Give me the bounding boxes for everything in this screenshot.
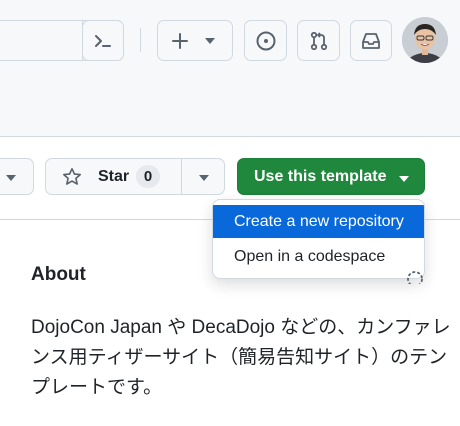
menu-item-label: Open in a codespace (234, 248, 386, 265)
chevron-down-icon (205, 38, 215, 44)
star-label: Star (98, 168, 130, 185)
chevron-down-icon (6, 175, 16, 181)
command-palette-icon (95, 34, 111, 47)
pull-requests-icon (310, 31, 327, 50)
command-palette-button[interactable] (82, 20, 124, 61)
chevron-down-icon (399, 176, 409, 182)
watch-dropdown-button[interactable] (0, 158, 34, 195)
chevron-down-icon (199, 175, 209, 181)
use-template-button[interactable]: Use this template (237, 158, 425, 195)
repo-description: DojoCon Japan や DecaDojo などの、カンファレンス用ティザ… (31, 317, 451, 398)
star-count: 0 (136, 165, 160, 188)
plus-icon (172, 33, 188, 49)
star-lists-dropdown[interactable] (181, 158, 225, 195)
inbox-button[interactable] (350, 20, 392, 61)
gear-icon[interactable] (404, 266, 426, 284)
issues-button[interactable] (244, 20, 287, 61)
template-menu: Create a new repository Open in a codesp… (212, 199, 425, 279)
create-new-button[interactable] (157, 20, 233, 61)
pull-requests-button[interactable] (297, 20, 340, 61)
use-template-label: Use this template (254, 168, 387, 185)
menu-item-open-codespace[interactable]: Open in a codespace (213, 240, 424, 273)
user-avatar[interactable] (402, 17, 448, 63)
about-heading: About (31, 264, 86, 285)
avatar-portrait (402, 17, 448, 63)
star-button[interactable]: Star 0 (45, 158, 182, 195)
menu-item-label: Create a new repository (234, 213, 404, 230)
inbox-icon (362, 32, 380, 49)
nav-divider (140, 28, 141, 52)
menu-item-create-repository[interactable]: Create a new repository (213, 205, 424, 238)
star-icon (63, 168, 81, 185)
issues-icon (256, 31, 275, 50)
